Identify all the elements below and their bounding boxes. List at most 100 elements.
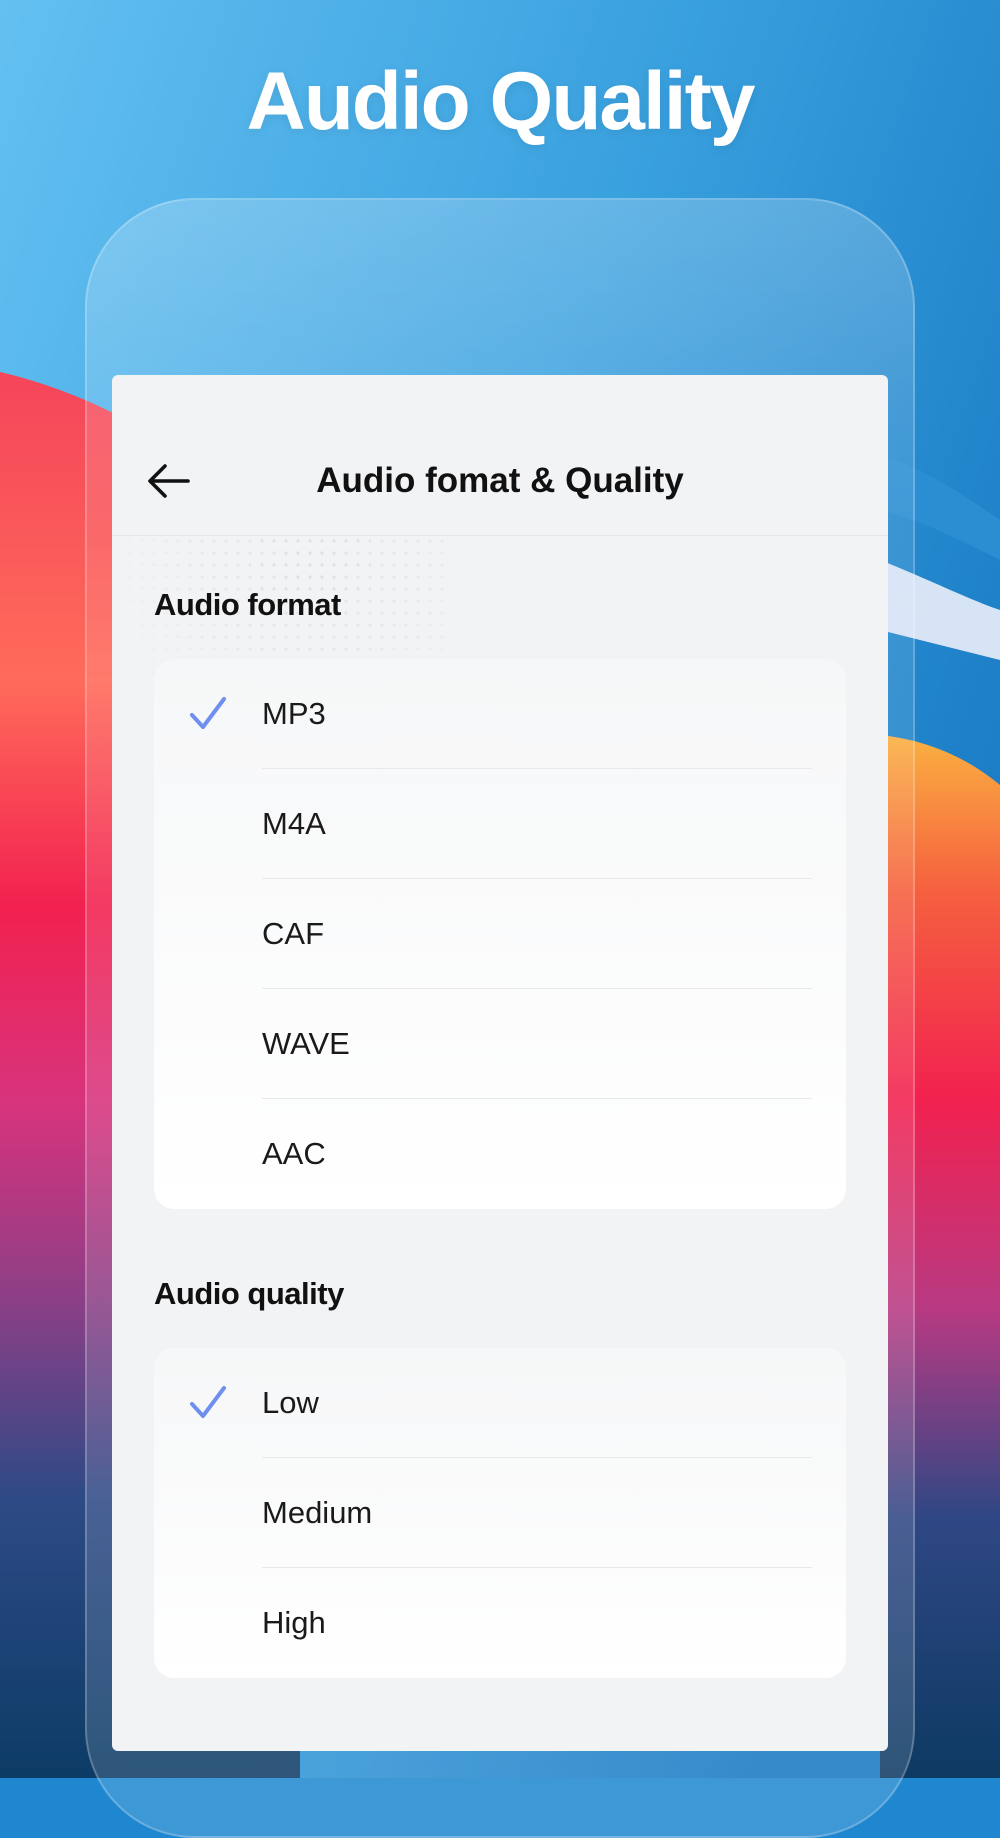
decorative-dot [116, 539, 119, 542]
decorative-dot [428, 575, 432, 579]
decorative-dot [332, 551, 336, 555]
decorative-dot [200, 563, 204, 567]
decorative-dot [416, 539, 420, 543]
decorative-dot [392, 599, 396, 603]
decorative-dot [440, 599, 444, 603]
decorative-dot [368, 611, 372, 615]
decorative-dot [404, 563, 408, 567]
option-high[interactable]: High [154, 1568, 846, 1678]
option-aac[interactable]: AAC [154, 1099, 846, 1209]
decorative-dot [140, 563, 144, 567]
decorative-dot [128, 599, 131, 602]
decorative-dot [368, 587, 372, 591]
decorative-dot [404, 551, 408, 555]
option-label: Medium [262, 1495, 373, 1530]
decorative-dot [320, 539, 324, 543]
decorative-dot [284, 647, 288, 651]
decorative-dot [416, 635, 420, 639]
app-screen: Audio fomat & Quality Audio format MP3 M4… [112, 375, 888, 1751]
decorative-dot [428, 611, 432, 615]
decorative-dot [212, 647, 216, 651]
decorative-dot [260, 563, 264, 567]
audio-format-list: MP3 M4A CAF WAVE AAC [154, 659, 846, 1209]
decorative-dot [260, 575, 264, 579]
decorative-dot [380, 623, 384, 627]
decorative-dot [260, 551, 264, 555]
decorative-dot [380, 611, 384, 615]
decorative-dot [164, 551, 168, 555]
decorative-dot [188, 563, 192, 567]
decorative-dot [116, 623, 119, 626]
option-wave[interactable]: WAVE [154, 989, 846, 1099]
decorative-dot [152, 647, 156, 651]
decorative-dot [404, 539, 408, 543]
decorative-dot [116, 611, 119, 614]
option-medium[interactable]: Medium [154, 1458, 846, 1568]
decorative-dot [380, 563, 384, 567]
option-caf[interactable]: CAF [154, 879, 846, 989]
decorative-dot [296, 647, 300, 651]
decorative-dot [320, 647, 324, 651]
decorative-dot [356, 563, 360, 567]
decorative-dot [140, 683, 143, 686]
decorative-dot [308, 539, 312, 543]
decorative-dot [200, 647, 204, 651]
decorative-dot [200, 539, 204, 543]
decorative-dot [428, 539, 432, 543]
decorative-dot [344, 635, 348, 639]
decorative-dot [332, 575, 336, 579]
decorative-dot [380, 587, 384, 591]
decorative-dot [368, 623, 372, 627]
decorative-dot [164, 647, 168, 651]
decorative-dot [416, 647, 420, 651]
decorative-dot [404, 635, 408, 639]
decorative-dot [440, 635, 444, 639]
decorative-dot [236, 563, 240, 567]
decorative-dot [392, 575, 396, 579]
decorative-dot [200, 635, 204, 639]
decorative-dot [428, 551, 432, 555]
decorative-dot [188, 575, 192, 579]
decorative-dot [272, 647, 276, 651]
decorative-dot [272, 575, 276, 579]
decorative-dot [236, 551, 240, 555]
option-low[interactable]: Low [154, 1348, 846, 1458]
decorative-dot [392, 611, 396, 615]
decorative-dot [392, 623, 396, 627]
decorative-dot [128, 575, 132, 579]
decorative-dot [404, 587, 408, 591]
decorative-dot [332, 539, 336, 543]
decorative-dot [344, 575, 348, 579]
decorative-dot [344, 551, 348, 555]
decorative-dot [368, 635, 372, 639]
navigation-bar: Audio fomat & Quality [112, 375, 888, 536]
decorative-dot [296, 539, 300, 543]
decorative-dot [440, 551, 444, 555]
decorative-dot [116, 635, 119, 638]
decorative-dot [368, 647, 372, 651]
decorative-dot [404, 611, 408, 615]
decorative-dot [236, 539, 240, 543]
decorative-dot [308, 635, 312, 639]
decorative-dot [224, 563, 228, 567]
decorative-dot [128, 611, 131, 614]
decorative-dot [152, 539, 156, 543]
decorative-dot [272, 635, 276, 639]
decorative-dot [260, 635, 264, 639]
decorative-dot [128, 539, 131, 542]
decorative-dot [176, 563, 180, 567]
decorative-dot [296, 575, 300, 579]
option-label: M4A [262, 806, 326, 841]
decorative-dot [308, 575, 312, 579]
checkmark-icon [190, 1386, 226, 1418]
decorative-dot [212, 539, 216, 543]
option-m4a[interactable]: M4A [154, 769, 846, 879]
decorative-dot [392, 539, 396, 543]
decorative-dot [356, 551, 360, 555]
decorative-dot [344, 563, 348, 567]
checkmark-icon [190, 697, 226, 729]
option-mp3[interactable]: MP3 [154, 659, 846, 769]
option-label: High [262, 1605, 326, 1640]
decorative-dot [332, 563, 336, 567]
decorative-dot [248, 635, 252, 639]
